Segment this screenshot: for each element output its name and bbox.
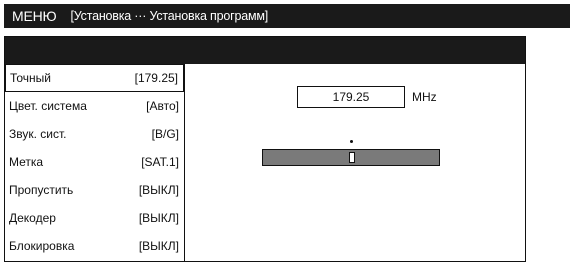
- settings-row-value: [ВЫКЛ]: [138, 211, 179, 225]
- frequency-value: 179.25: [332, 90, 370, 104]
- settings-row-label: Цвет. система: [9, 99, 87, 113]
- settings-row-label: Метка: [9, 155, 44, 169]
- menu-label: МЕНЮ: [12, 8, 57, 24]
- settings-row-value: [ВЫКЛ]: [138, 183, 179, 197]
- panel-header: [5, 37, 525, 64]
- settings-row-value: [Авто]: [146, 99, 179, 113]
- fine-tune-bar[interactable]: [262, 149, 440, 166]
- settings-row-label: Блокировка: [9, 239, 75, 253]
- settings-row[interactable]: Пропустить [ВЫКЛ]: [5, 176, 184, 204]
- settings-row[interactable]: Декодер [ВЫКЛ]: [5, 204, 184, 232]
- settings-row-label: Точный: [10, 71, 52, 85]
- settings-row-value: [ВЫКЛ]: [138, 239, 179, 253]
- fine-tune-slider-handle[interactable]: [349, 152, 355, 163]
- settings-row-value: [B/G]: [151, 127, 179, 141]
- settings-row[interactable]: Блокировка [ВЫКЛ]: [5, 232, 184, 260]
- settings-row-value: [SAT.1]: [141, 155, 179, 169]
- center-dot-icon: [350, 140, 353, 143]
- settings-row[interactable]: Точный [179.25]: [5, 64, 184, 92]
- settings-row[interactable]: Звук. сист. [B/G]: [5, 120, 184, 148]
- settings-list: Точный [179.25] Цвет. система [Авто] Звук. с…: [5, 64, 185, 261]
- breadcrumb: [Установка ··· Установка программ]: [70, 9, 269, 23]
- settings-row[interactable]: Цвет. система [Авто]: [5, 92, 184, 120]
- settings-row-label: Декодер: [9, 211, 56, 225]
- frequency-unit: MHz: [412, 90, 437, 104]
- settings-row-label: Звук. сист.: [9, 127, 67, 141]
- frequency-field[interactable]: 179.25: [297, 86, 405, 108]
- settings-row[interactable]: Метка [SAT.1]: [5, 148, 184, 176]
- title-bar: МЕНЮ [Установка ··· Установка программ]: [4, 4, 570, 28]
- settings-row-value: [179.25]: [134, 71, 178, 85]
- settings-row-label: Пропустить: [9, 183, 74, 197]
